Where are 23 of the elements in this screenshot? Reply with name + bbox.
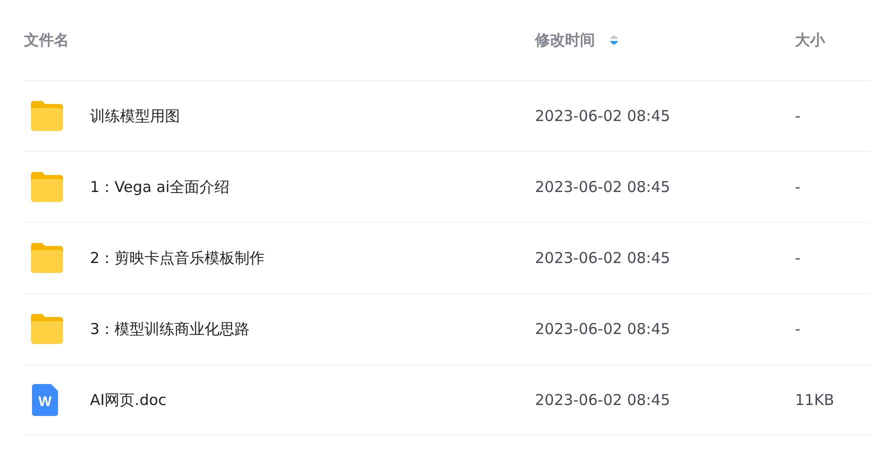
modified-time: 2023-06-02 08:45 (535, 107, 670, 125)
file-name[interactable]: AI网页.doc (90, 390, 166, 410)
file-name[interactable]: 2：剪映卡点音乐模板制作 (90, 248, 265, 268)
file-name[interactable]: 3：模型训练商业化思路 (90, 320, 250, 338)
modified-time: 2023-06-02 08:45 (535, 178, 670, 196)
folder-icon (29, 171, 65, 203)
file-size: - (795, 107, 800, 125)
column-header[interactable]: 大小 (795, 30, 825, 50)
modified-time: 2023-06-02 08:45 (535, 320, 670, 338)
folder-icon (29, 313, 65, 345)
column-header[interactable]: 修改时间 (535, 30, 595, 50)
file-name[interactable]: 1：Vega ai全面介绍 (90, 178, 230, 196)
document-icon: W (32, 384, 58, 416)
file-name[interactable]: 训练模型用图 (90, 106, 180, 126)
column-header[interactable]: 文件名 (24, 30, 69, 50)
file-size: 11KB (795, 391, 834, 409)
file-size: - (795, 249, 800, 267)
modified-time: 2023-06-02 08:45 (535, 249, 670, 267)
file-size: - (795, 178, 800, 196)
folder-icon (29, 100, 65, 132)
folder-icon (29, 242, 65, 274)
file-size: - (795, 320, 800, 338)
modified-time: 2023-06-02 08:45 (535, 391, 670, 409)
